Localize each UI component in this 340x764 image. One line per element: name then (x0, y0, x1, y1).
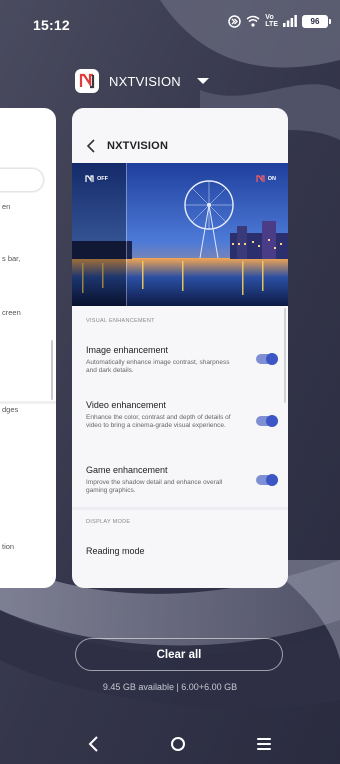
enhancement-preview-image: OFF ON (72, 163, 288, 306)
nxtvision-app-icon (75, 69, 99, 93)
divider (0, 401, 56, 404)
search-bar (0, 168, 44, 192)
app-bar: NXTVISION (72, 108, 288, 163)
section-divider (72, 507, 288, 510)
image-enhancement-title: Image enhancement (86, 345, 169, 355)
scrollbar (51, 340, 53, 400)
image-enhancement-desc: Automatically enhance image contrast, sh… (86, 359, 230, 374)
section-header-visual-enhancement: VISUAL ENHANCEMENT (86, 318, 155, 324)
nav-recents-icon[interactable] (257, 738, 271, 753)
game-enhancement-desc: Improve the shadow detail and enhance ov… (86, 479, 223, 494)
network-type-label: Vo LTE (265, 14, 278, 28)
section-header-display-mode: DISPLAY MODE (86, 519, 131, 525)
recent-app-card-settings[interactable]: en s bar, creen dges tion (0, 108, 56, 588)
game-enhancement-title: Game enhancement (86, 465, 168, 475)
memory-info: 9.45 GB available | 6.00+6.00 GB (102, 682, 238, 692)
clear-all-button[interactable]: Clear all (75, 638, 283, 671)
nav-back-icon[interactable] (86, 734, 102, 754)
app-name: NXTVISION (109, 73, 181, 89)
nav-home-icon[interactable] (171, 737, 185, 751)
compare-divider (126, 163, 127, 306)
text-fragment: creen (2, 308, 21, 317)
status-bar: 15:12 Vo LTE 96 (0, 0, 340, 44)
video-enhancement-desc: Enhance the color, contrast and depth of… (86, 414, 231, 429)
dropdown-caret-icon[interactable] (196, 78, 209, 84)
scrollbar (284, 308, 286, 403)
back-arrow-icon[interactable] (84, 138, 98, 154)
reading-mode-title: Reading mode (86, 546, 145, 556)
hero-on-label: ON (256, 175, 276, 183)
text-fragment: dges (2, 405, 19, 414)
status-time: 15:12 (33, 17, 70, 33)
recent-app-card-nxtvision[interactable]: NXTVISION OFF ON VISUAL ENHANCEMENT Imag… (72, 108, 288, 588)
app-switcher-header[interactable]: NXTVISION (75, 67, 209, 95)
signal-icon (283, 15, 297, 27)
text-fragment: en (2, 202, 11, 211)
page-title: NXTVISION (107, 140, 169, 152)
image-enhancement-toggle[interactable] (256, 353, 278, 365)
hero-off-label: OFF (85, 175, 108, 183)
battery-icon: 96 (302, 14, 331, 28)
game-enhancement-toggle[interactable] (256, 474, 278, 486)
video-enhancement-title: Video enhancement (86, 400, 166, 410)
nfc-icon (228, 14, 242, 28)
text-fragment: s bar, (2, 254, 21, 263)
text-fragment: tion (2, 542, 15, 551)
navigation-bar (0, 728, 340, 764)
status-icons: Vo LTE 96 (228, 14, 331, 28)
wifi-icon (246, 15, 260, 27)
video-enhancement-toggle[interactable] (256, 415, 278, 427)
